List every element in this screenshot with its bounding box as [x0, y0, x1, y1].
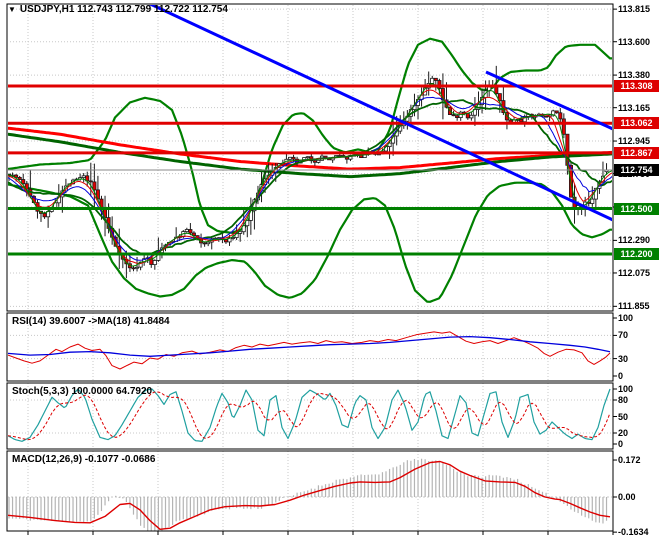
rsi-scale-label: 100: [618, 313, 634, 323]
price-badge-resistance: 113.308: [614, 80, 659, 92]
stoch-scale-label: 80: [618, 395, 629, 405]
trading-chart-window: { "window": {"width": 660, "height": 560…: [0, 0, 660, 560]
price-tick-label: 113.380: [618, 70, 651, 81]
panel-borders: [6, 3, 614, 532]
rsi-indicator-label: RSI(14) 39.6007 ->MA(18) 41.8484: [12, 316, 170, 327]
rsi-scale-label: 70: [618, 330, 629, 341]
price-badge-resistance: 112.867: [614, 146, 659, 159]
macd-scale-label: 0.172: [618, 455, 641, 466]
price-tick-label: 112.945: [618, 136, 651, 147]
stoch-scale-label: 20: [618, 428, 629, 438]
candles-layer: [8, 65, 609, 279]
price-tick-label: 112.290: [618, 235, 651, 246]
price-tick-label: 113.815: [618, 4, 651, 15]
price-tick-label: 113.165: [618, 102, 651, 113]
rsi-scale-label: 0: [618, 371, 624, 381]
macd-scale-label: -0.1634: [618, 527, 649, 538]
stoch-scale-label: 0: [618, 439, 624, 449]
price-badge-resistance: 113.062: [614, 117, 659, 130]
macd-histogram: [8, 458, 608, 531]
price-tick-label: 112.075: [618, 267, 651, 278]
price-badge-support: 112.500: [614, 202, 659, 215]
stoch-indicator-label: Stoch(5,3,3) 100.0000 64.7920: [12, 386, 153, 397]
macd-signal: [8, 460, 611, 530]
chart-title: ▼ USDJPY,H1 112.743 112.799 112.722 112.…: [8, 4, 228, 15]
chart-canvas[interactable]: [0, 0, 660, 560]
price-badge-current: 112.754: [614, 164, 659, 176]
macd-scale-label: 0.00: [618, 492, 636, 502]
symbol-dropdown-icon[interactable]: ▼: [8, 5, 16, 15]
rsi-scale-label: 30: [618, 353, 629, 364]
stoch-scale-label: 100: [618, 384, 634, 394]
price-tick-label: 111.855: [618, 301, 650, 312]
rsi-lines: [8, 331, 611, 370]
stoch-scale-label: 50: [618, 411, 629, 422]
symbol-ohlc-text: USDJPY,H1 112.743 112.799 112.722 112.75…: [19, 4, 228, 15]
time-axis[interactable]: 29 Dec 201729 Dec 19:002 Jan 12:003 Jan …: [0, 531, 660, 551]
macd-indicator-label: MACD(12,26,9) -0.1077 -0.0686: [12, 454, 156, 465]
price-badge-support: 112.200: [614, 248, 659, 260]
trendlines-layer: [148, 5, 612, 222]
price-tick-label: 113.600: [618, 36, 651, 47]
